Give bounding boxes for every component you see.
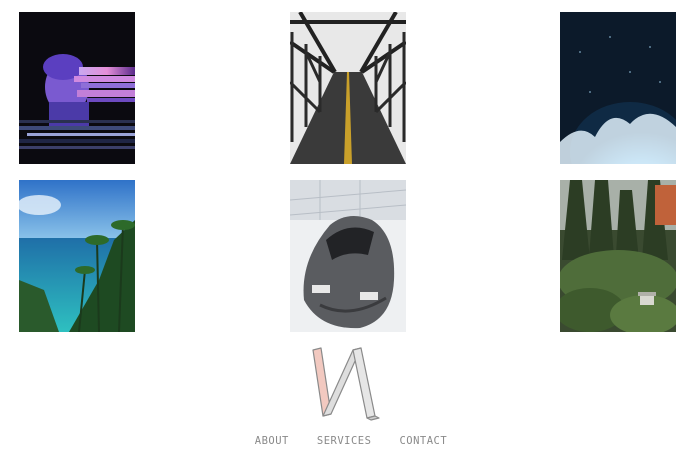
ocean-wave-splash-image (560, 12, 676, 164)
nav-about-link[interactable]: ABOUT (255, 435, 289, 451)
gallery-item-steel-bridge[interactable] (290, 12, 406, 164)
gallery-item-supercar[interactable] (290, 180, 406, 332)
gallery-item-glitch-portrait[interactable] (19, 12, 135, 164)
gallery-item-forest-garden[interactable] (560, 180, 676, 332)
forest-garden-image (560, 180, 676, 332)
footer-nav: ABOUT SERVICES CONTACT (0, 435, 700, 451)
glitch-portrait-image (19, 12, 135, 164)
page: ABOUT SERVICES CONTACT (0, 0, 700, 467)
n-monogram-logo[interactable] (305, 344, 387, 422)
gallery-item-ocean-wave[interactable] (560, 12, 676, 164)
tropical-coast-palms-image (19, 180, 135, 332)
logo-icon (312, 347, 380, 421)
supercar-showroom-image (290, 180, 406, 332)
steel-bridge-road-image (290, 12, 406, 164)
nav-contact-link[interactable]: CONTACT (399, 435, 447, 451)
gallery-item-tropical-coast[interactable] (19, 180, 135, 332)
nav-services-link[interactable]: SERVICES (317, 435, 372, 451)
image-gallery (0, 0, 700, 340)
